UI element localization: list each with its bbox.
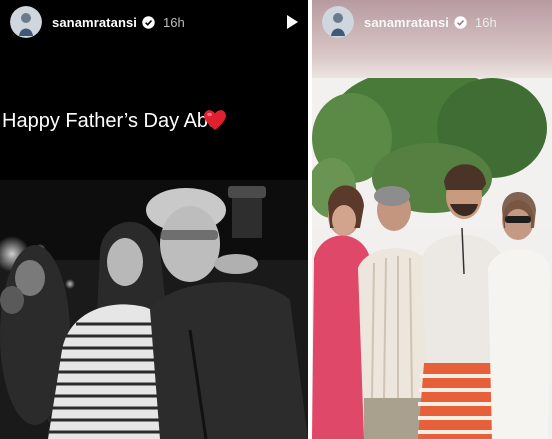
post-timestamp: 16h [475,14,497,30]
story-header: sanamratansi 16h [312,0,552,44]
verified-badge-icon [142,15,155,29]
username[interactable]: sanamratansi [52,15,137,30]
story-panel-right[interactable]: sanamratansi 16h [312,0,552,439]
story-header: sanamratansi 16h [0,0,308,44]
username[interactable]: sanamratansi [364,15,449,30]
story-panel-left[interactable]: sanamratansi 16h Happy Father’s Day Abu [0,0,308,439]
avatar[interactable] [322,6,354,38]
avatar[interactable] [10,6,42,38]
story-photo [312,78,552,439]
verified-badge-icon [454,15,467,29]
heart-icon [202,108,228,137]
post-timestamp: 16h [163,14,185,30]
story-photo [0,180,308,439]
story-caption: Happy Father’s Day Abu [2,110,220,132]
play-icon[interactable] [284,14,300,30]
